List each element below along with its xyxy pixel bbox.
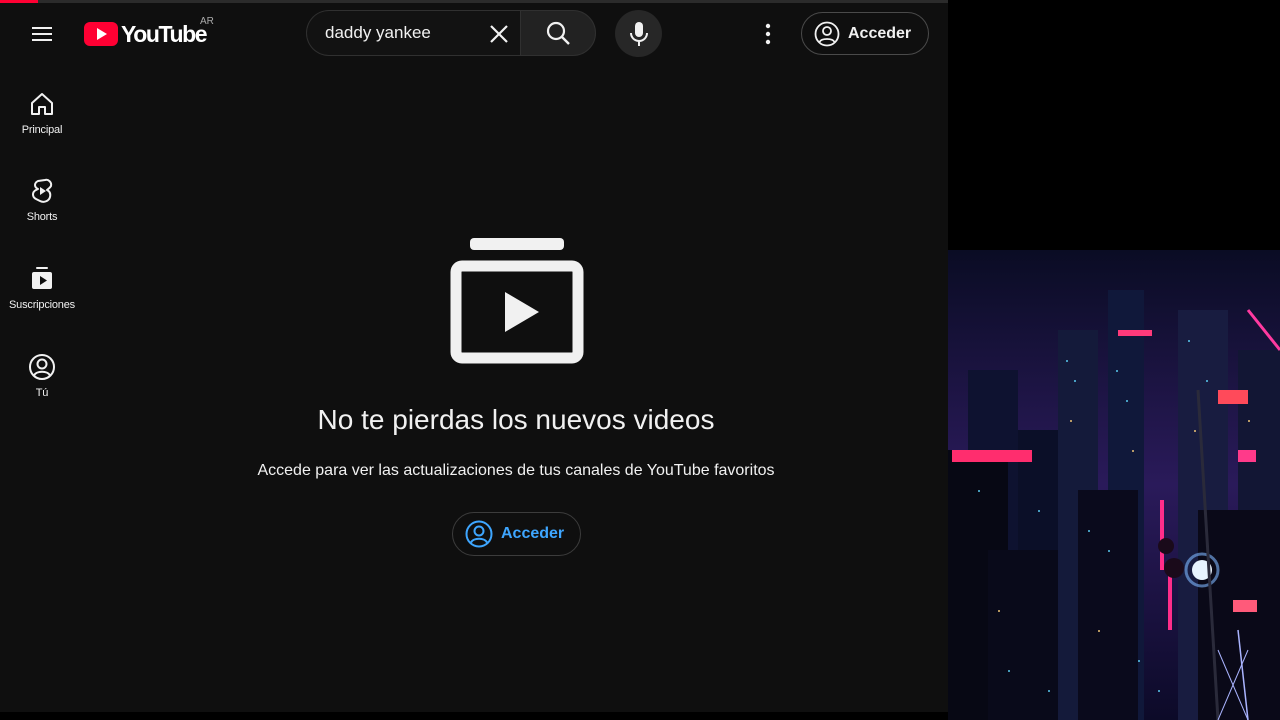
search-input[interactable] bbox=[325, 23, 475, 43]
microphone-icon bbox=[629, 21, 648, 46]
empty-state-title: No te pierdas los nuevos videos bbox=[317, 404, 715, 435]
subscriptions-icon bbox=[32, 267, 52, 289]
loading-progress-track bbox=[38, 0, 948, 3]
sidebar-item-label: Principal bbox=[21, 124, 63, 136]
settings-more-button[interactable] bbox=[752, 14, 784, 54]
empty-state-subtitle: Accede para ver las actualizaciones de t… bbox=[257, 462, 775, 479]
cyberpunk-city-wallpaper-icon bbox=[948, 250, 1280, 720]
sidebar-item-tu[interactable]: Tú bbox=[0, 353, 84, 427]
account-circle-icon bbox=[465, 520, 493, 548]
home-icon bbox=[31, 93, 53, 115]
country-code: AR bbox=[200, 16, 214, 27]
youtube-play-logo-icon bbox=[84, 22, 118, 46]
youtube-window: YouTube AR daddy yankee Acceder Principa… bbox=[0, 0, 948, 712]
sidebar-item-suscripciones[interactable]: Suscripciones bbox=[0, 265, 84, 339]
account-circle-icon bbox=[814, 21, 840, 46]
empty-state-signin-label: Acceder bbox=[501, 525, 565, 542]
desktop-wallpaper bbox=[948, 250, 1280, 720]
sidebar-item-shorts[interactable]: Shorts bbox=[0, 177, 84, 251]
empty-state-signin-button[interactable]: Acceder bbox=[452, 512, 581, 556]
more-vertical-icon bbox=[765, 23, 771, 45]
voice-search-button[interactable] bbox=[615, 10, 662, 57]
header-signin-label: Acceder bbox=[848, 24, 912, 42]
subscriptions-empty-icon bbox=[450, 238, 584, 364]
sidebar-item-label: Shorts bbox=[26, 211, 58, 223]
search-box[interactable] bbox=[306, 10, 521, 56]
guide-menu-button[interactable] bbox=[22, 14, 62, 54]
youtube-logo[interactable]: YouTube bbox=[84, 20, 208, 48]
sidebar-item-label: Suscripciones bbox=[9, 299, 75, 311]
clear-search-button[interactable] bbox=[481, 16, 517, 52]
header-signin-button[interactable]: Acceder bbox=[801, 12, 929, 55]
sidebar-item-label: Tú bbox=[35, 387, 49, 399]
sidebar-item-principal[interactable]: Principal bbox=[0, 90, 84, 164]
you-icon bbox=[29, 354, 55, 380]
logo-wordmark: YouTube bbox=[121, 20, 208, 47]
search-button[interactable] bbox=[520, 10, 596, 56]
hamburger-menu-icon bbox=[32, 27, 52, 41]
search-icon bbox=[546, 21, 570, 45]
shorts-icon bbox=[32, 178, 53, 203]
loading-progress-bar bbox=[0, 0, 38, 3]
close-icon bbox=[490, 25, 508, 43]
